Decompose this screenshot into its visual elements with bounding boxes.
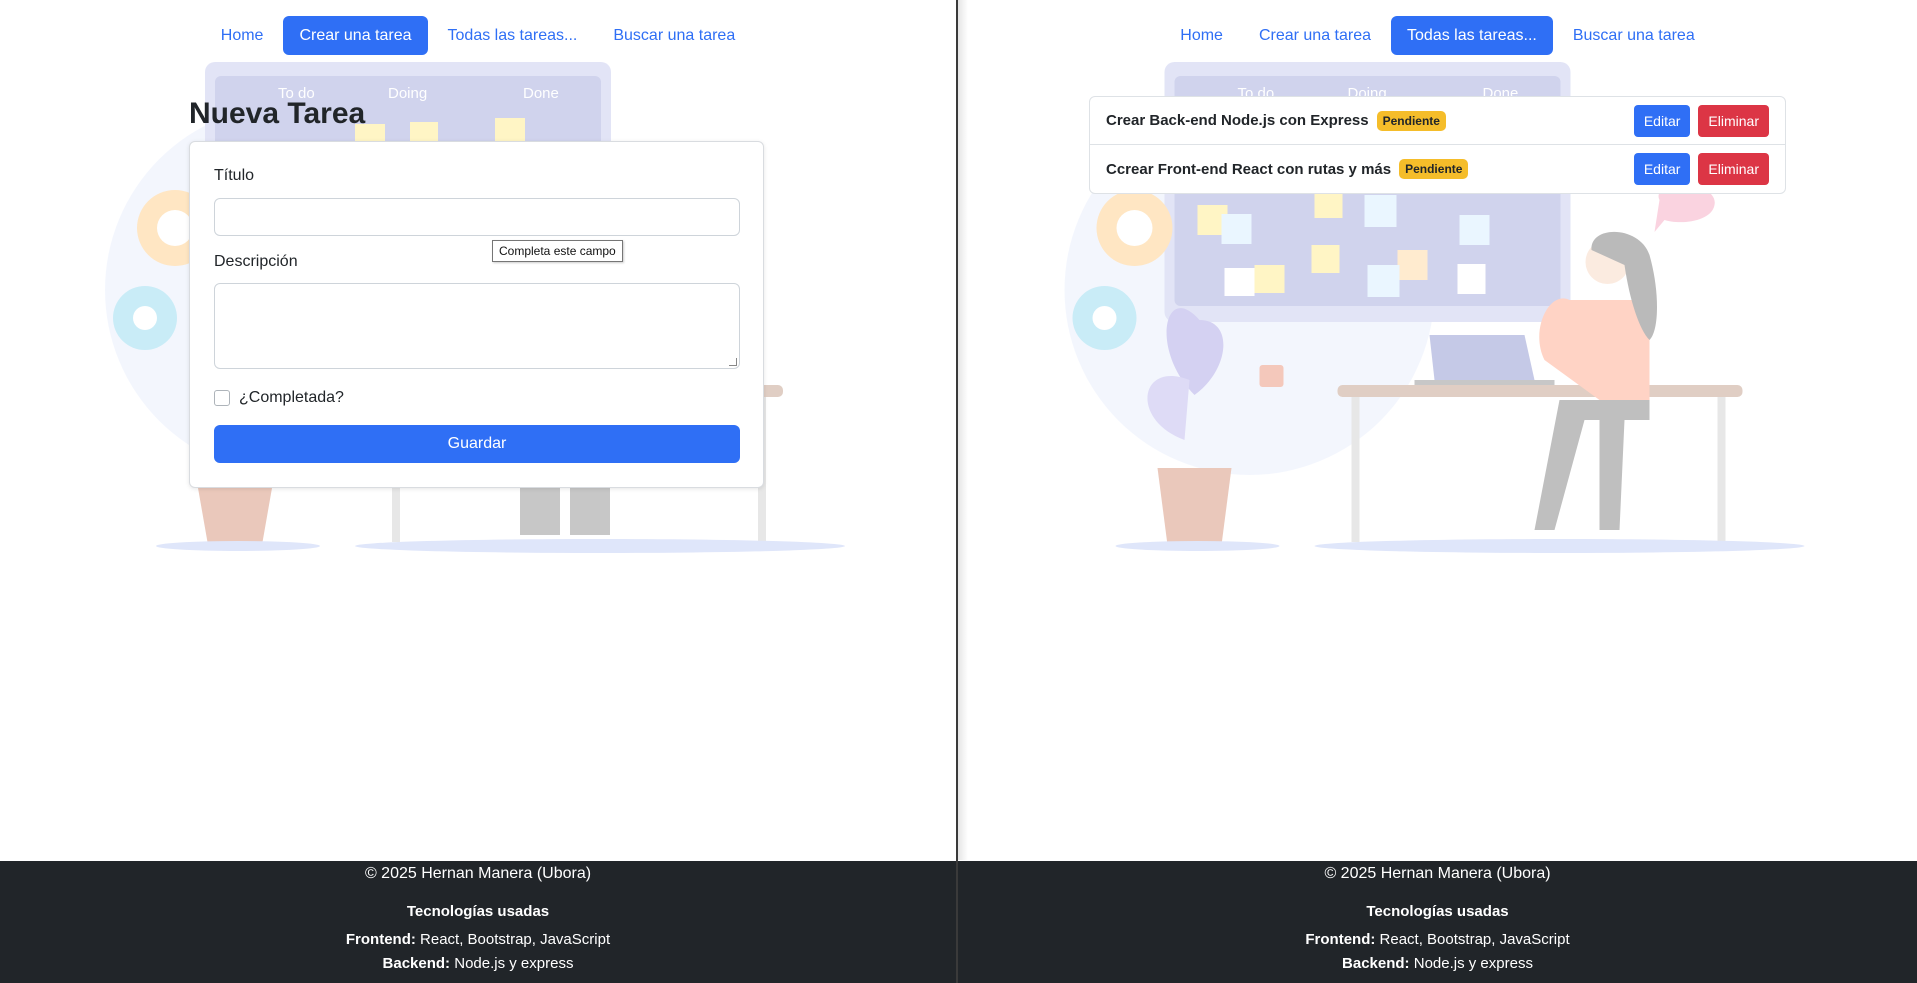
footer-backend: Backend: Node.js y express	[958, 955, 1917, 972]
edit-button[interactable]: Editar	[1633, 153, 1691, 185]
footer-copyright: © 2025 Hernan Manera (Ubora)	[364, 865, 592, 882]
completed-label[interactable]: ¿Completada?	[239, 389, 344, 407]
footer: © 2025 Hernan Manera (Ubora) Tecnologías…	[958, 861, 1917, 983]
footer-backend: Backend: Node.js y express	[0, 955, 956, 972]
top-nav: Home Crear una tarea Todas las tareas...…	[0, 16, 956, 55]
status-badge: Pendiente	[1399, 159, 1469, 179]
nav-search-task[interactable]: Buscar una tarea	[597, 16, 751, 55]
frontend-label: Frontend:	[1305, 931, 1376, 948]
resize-handle-icon[interactable]	[729, 358, 737, 366]
backend-label: Backend:	[1342, 955, 1410, 972]
task-title: Ccrear Front-end React con rutas y más	[1106, 160, 1392, 178]
validation-tooltip: Completa este campo	[492, 240, 623, 262]
description-label: Descripción	[214, 253, 298, 270]
footer-tech-heading: Tecnologías usadas	[406, 903, 550, 920]
delete-button[interactable]: Eliminar	[1698, 153, 1769, 185]
footer-frontend: Frontend: React, Bootstrap, JavaScript	[0, 931, 956, 948]
title-label: Título	[214, 167, 255, 184]
footer-tech-heading: Tecnologías usadas	[1366, 903, 1509, 920]
edit-button[interactable]: Editar	[1633, 104, 1691, 137]
frontend-value: React, Bootstrap, JavaScript	[415, 931, 611, 948]
task-row: Crear Back-end Node.js con Express Pendi…	[1090, 97, 1785, 145]
frontend-label: Frontend:	[345, 931, 416, 948]
page-title: Nueva Tarea	[189, 97, 366, 130]
backend-value: Node.js y express	[450, 955, 574, 972]
backend-label: Backend:	[382, 955, 451, 972]
top-nav: Home Crear una tarea Todas las tareas...…	[958, 16, 1917, 55]
nav-home[interactable]: Home	[1164, 16, 1239, 55]
nav-all-tasks[interactable]: Todas las tareas...	[1391, 16, 1553, 55]
nav-create-task[interactable]: Crear una tarea	[283, 16, 428, 55]
all-tasks-window: To do Doing Done Home Crear una tarea To…	[958, 0, 1917, 983]
task-title: Crear Back-end Node.js con Express	[1106, 112, 1369, 129]
footer-copyright: © 2025 Hernan Manera (Ubora)	[1324, 865, 1551, 882]
nav-home[interactable]: Home	[205, 16, 280, 55]
nav-search-task[interactable]: Buscar una tarea	[1557, 16, 1711, 55]
new-task-form: Título Descripción ¿Completada? Guardar	[189, 141, 764, 488]
task-row: Ccrear Front-end React con rutas y más P…	[1090, 145, 1785, 193]
status-badge: Pendiente	[1376, 110, 1446, 131]
nav-all-tasks[interactable]: Todas las tareas...	[432, 16, 594, 55]
task-list: Crear Back-end Node.js con Express Pendi…	[1089, 96, 1786, 194]
description-textarea[interactable]	[214, 283, 740, 369]
create-task-window: To do Doing Done Home Crear una tarea To…	[0, 0, 956, 983]
footer-frontend: Frontend: React, Bootstrap, JavaScript	[958, 931, 1917, 948]
frontend-value: React, Bootstrap, JavaScript	[1375, 931, 1570, 948]
backend-value: Node.js y express	[1409, 955, 1533, 972]
footer: © 2025 Hernan Manera (Ubora) Tecnologías…	[0, 861, 956, 983]
nav-create-task[interactable]: Crear una tarea	[1243, 16, 1387, 55]
task-board-illustration: To do Doing Done	[1064, 62, 1805, 553]
save-button[interactable]: Guardar	[214, 425, 740, 463]
board-col-doing: Doing	[388, 85, 427, 102]
delete-button[interactable]: Eliminar	[1698, 104, 1769, 137]
title-input[interactable]	[214, 198, 740, 236]
completed-checkbox[interactable]	[214, 390, 230, 406]
board-col-done: Done	[523, 85, 559, 102]
